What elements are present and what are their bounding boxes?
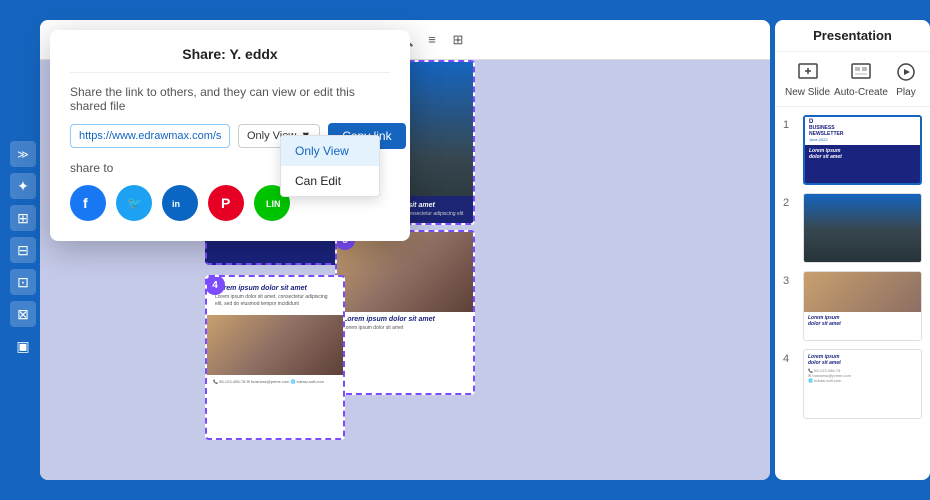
auto-create-button[interactable]: Auto-Create [834, 60, 888, 98]
permission-dropdown-menu: Only View Can Edit [280, 135, 380, 197]
slide-4-footer-info: 📞 55-123-456-78 ✉ business@prime.com 🌐 e… [213, 379, 337, 384]
linkedin-share-button[interactable]: in [162, 185, 198, 221]
thumb-num-4: 4 [783, 349, 795, 365]
slide-4-image [207, 315, 343, 375]
play-label: Play [896, 87, 915, 98]
media-tool[interactable]: ⊠ [10, 301, 36, 327]
thumbnail-list: 1 D BUSINESSNEWSLETTER June,2022 Lorem i… [775, 107, 930, 480]
select-tool[interactable]: ✦ [10, 173, 36, 199]
slide-4[interactable]: 4 Lorem ipsum dolor sit amet Lorem ipsum… [205, 275, 345, 440]
slide-4-footer: 📞 55-123-456-78 ✉ business@prime.com 🌐 e… [207, 375, 343, 388]
svg-text:P: P [221, 195, 230, 211]
presentation-tool[interactable]: ▣ [10, 333, 36, 359]
svg-text:🐦: 🐦 [127, 196, 142, 210]
auto-create-icon [847, 60, 875, 84]
thumb-newsletter-1: BUSINESSNEWSLETTER [809, 125, 916, 137]
minus-tool[interactable]: ⊟ [10, 237, 36, 263]
thumb-date-1: June,2022 [809, 137, 916, 142]
play-icon [892, 60, 920, 84]
thumb-card-3[interactable]: Lorem ipsumdolor sit amet [803, 271, 922, 341]
thumb-body-1: Lorem ipsumdolor sit amet [805, 145, 920, 185]
left-toolbar: ≫ ✦ ⊞ ⊟ ⊡ ⊠ ▣ [10, 141, 36, 359]
thumb-card-1[interactable]: D BUSINESSNEWSLETTER June,2022 Lorem ips… [803, 115, 922, 185]
thumb-footer-4: 📞 55-123-456-78✉ business@prime.com🌐 edr… [808, 368, 917, 383]
thumb-text-1: Lorem ipsumdolor sit amet [809, 148, 916, 160]
thumb-card-2[interactable] [803, 193, 922, 263]
thumb-num-1: 1 [783, 115, 795, 131]
new-slide-button[interactable]: New Slide [785, 60, 830, 98]
slide-3-image [337, 232, 473, 312]
svg-text:LINE: LINE [266, 199, 281, 209]
thumbnail-item-3[interactable]: 3 Lorem ipsumdolor sit amet [783, 271, 922, 341]
share-modal: Share: Y. eddx Share the link to others,… [50, 30, 410, 241]
panel-title: Presentation [775, 20, 930, 52]
play-button[interactable]: Play [892, 60, 920, 98]
thumb-num-2: 2 [783, 193, 795, 209]
twitter-share-button[interactable]: 🐦 [116, 185, 152, 221]
slide-3-body: Lorem ipsum dolor sit amet Lorem ipsum d… [337, 312, 473, 336]
facebook-share-button[interactable]: f [70, 185, 106, 221]
thumb-text-4: Lorem ipsumdolor sit amet [808, 354, 917, 366]
grid3-icon[interactable]: ⊞ [447, 29, 469, 51]
share-link-input[interactable] [70, 124, 230, 148]
auto-create-label: Auto-Create [834, 87, 888, 98]
slide-4-number: 4 [205, 275, 225, 295]
slide-3[interactable]: 3 Lorem ipsum dolor sit amet Lorem ipsum… [335, 230, 475, 395]
slide-4-body: Lorem ipsum dolor sit amet Lorem ipsum d… [207, 277, 343, 315]
slide-4-body-title: Lorem ipsum dolor sit amet [215, 285, 335, 292]
collapse-tool[interactable]: ≫ [10, 141, 36, 167]
new-slide-icon [794, 60, 822, 84]
can-edit-option[interactable]: Can Edit [281, 166, 379, 196]
slide-3-body-title: Lorem ipsum dolor sit amet [343, 316, 467, 323]
new-slide-label: New Slide [785, 87, 830, 98]
svg-text:f: f [83, 195, 88, 211]
thumb-body-3: Lorem ipsumdolor sit amet [804, 312, 921, 341]
thumb-header-1: D BUSINESSNEWSLETTER June,2022 [805, 117, 920, 145]
pinterest-share-button[interactable]: P [208, 185, 244, 221]
modal-title: Share: Y. eddx [70, 46, 390, 73]
only-view-option[interactable]: Only View [281, 136, 379, 166]
panel-actions: New Slide Auto-Create Play [775, 52, 930, 107]
modal-subtitle: Share the link to others, and they can v… [70, 85, 390, 113]
grid-tool[interactable]: ⊞ [10, 205, 36, 231]
thumb-card-4[interactable]: Lorem ipsumdolor sit amet 📞 55-123-456-7… [803, 349, 922, 419]
thumb-text-3: Lorem ipsumdolor sit amet [808, 315, 917, 327]
thumbnail-item-4[interactable]: 4 Lorem ipsumdolor sit amet 📞 55-123-456… [783, 349, 922, 419]
right-panel: Presentation New Slide Auto-Create Play … [775, 20, 930, 480]
thumbnail-item-2[interactable]: 2 [783, 193, 922, 263]
slide-3-body-text: Lorem ipsum dolor sit amet [343, 325, 467, 332]
menu-icon[interactable]: ≡ [421, 29, 443, 51]
thumb-image-building [804, 194, 921, 263]
thumb-image-people [804, 272, 921, 312]
thumb-num-3: 3 [783, 271, 795, 287]
layout-tool[interactable]: ⊡ [10, 269, 36, 295]
slide-4-body-text: Lorem ipsum dolor sit amet, consectetur … [215, 294, 335, 307]
thumbnail-item-1[interactable]: 1 D BUSINESSNEWSLETTER June,2022 Lorem i… [783, 115, 922, 185]
svg-text:in: in [172, 199, 180, 209]
